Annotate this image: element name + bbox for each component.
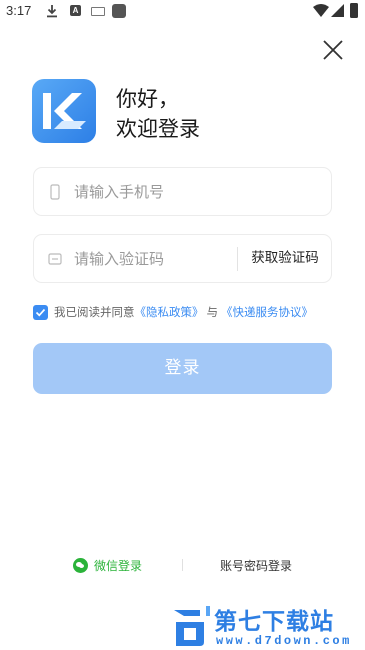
status-time: 3:17 <box>6 3 32 18</box>
service-agreement-link[interactable]: 《快递服务协议》 <box>221 304 313 320</box>
watermark-logo-icon <box>174 606 210 646</box>
watermark-domain: www.d7down.com <box>216 634 352 648</box>
agreement-checkbox[interactable] <box>33 304 48 320</box>
agreement-prefix: 我已阅读并同意 <box>54 305 135 319</box>
wifi-icon <box>313 4 329 17</box>
phone-input[interactable] <box>74 168 324 215</box>
app-logo <box>32 79 96 143</box>
get-code-button[interactable]: 获取验证码 <box>238 235 332 282</box>
verification-code-icon <box>48 253 62 265</box>
agreement-row: 我已阅读并同意 《隐私政策》 与 《快递服务协议》 <box>33 304 313 320</box>
greeting-line-1: 你好， <box>116 87 179 111</box>
phone-icon <box>50 184 60 200</box>
phone-field[interactable] <box>33 167 332 216</box>
code-field[interactable]: 获取验证码 <box>33 234 332 283</box>
privacy-policy-link[interactable]: 《隐私政策》 <box>135 304 204 320</box>
watermark: 第七下载站 www.d7down.com <box>170 602 360 650</box>
wechat-icon <box>73 557 88 573</box>
battery-icon <box>350 3 358 18</box>
password-login-button[interactable]: 账号密码登录 <box>220 556 292 574</box>
status-bar: 3:17 A <box>0 0 365 24</box>
code-input[interactable] <box>74 235 224 282</box>
greeting-line-2: 欢迎登录 <box>116 117 200 141</box>
alt-login-divider <box>182 559 183 571</box>
close-icon[interactable] <box>321 38 345 62</box>
signal-icon <box>331 4 344 17</box>
login-button[interactable]: 登录 <box>33 343 332 394</box>
download-icon <box>47 5 57 18</box>
a-badge-icon: A <box>70 5 81 16</box>
watermark-title: 第七下载站 <box>214 609 334 635</box>
agreement-and: 与 <box>206 305 219 319</box>
keyboard-icon <box>91 7 105 16</box>
password-login-label: 账号密码登录 <box>220 558 293 573</box>
wechat-login-label: 微信登录 <box>94 558 143 573</box>
wechat-login-button[interactable]: 微信登录 <box>73 556 142 574</box>
check-icon <box>35 308 46 317</box>
greeting: 你好， 欢迎登录 <box>116 84 200 144</box>
app-logo-k-icon <box>43 93 86 129</box>
app-square-icon <box>112 4 126 18</box>
